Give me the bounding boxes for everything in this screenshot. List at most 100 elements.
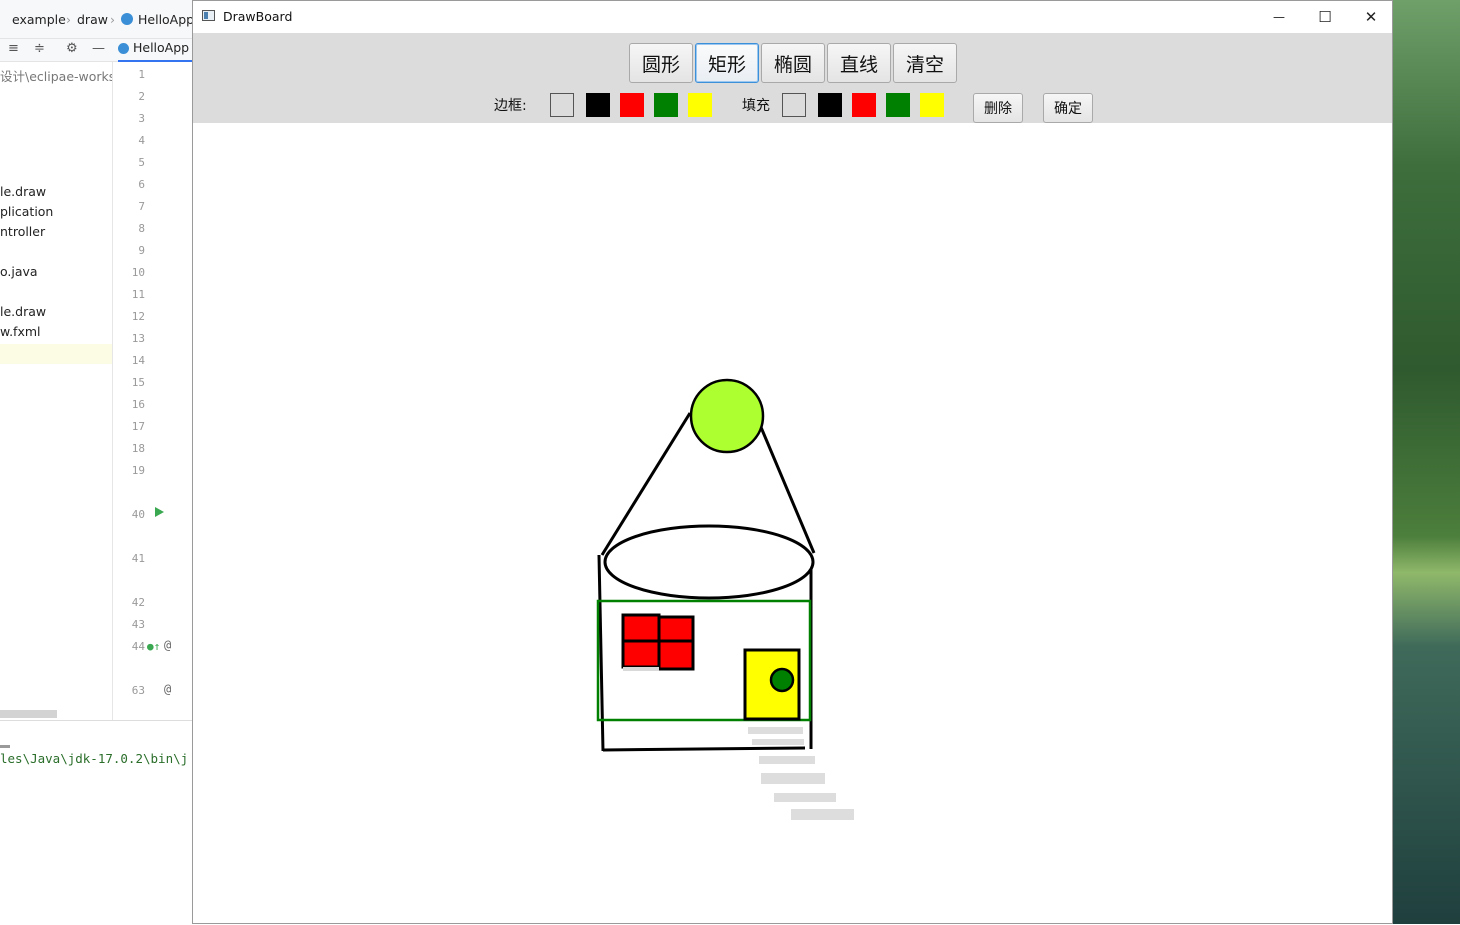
tree-scrollbar[interactable]	[0, 710, 57, 718]
maximize-button[interactable]: ☐	[1302, 1, 1348, 33]
fill-label: 填充	[742, 98, 770, 114]
delete-button[interactable]: 删除	[973, 93, 1023, 123]
line-number: 6	[138, 178, 145, 191]
line-number: 13	[131, 332, 145, 345]
minimize-button[interactable]: —	[1256, 1, 1302, 33]
minimize-panel-icon[interactable]: —	[92, 41, 105, 56]
line-number: 3	[138, 112, 145, 125]
class-icon	[121, 13, 133, 25]
fill-color-green-swatch[interactable]	[886, 93, 910, 117]
roof-ellipse[interactable]	[603, 524, 815, 600]
line-number: 44	[131, 640, 145, 653]
editor-tab[interactable]: HelloApp	[118, 40, 198, 62]
gear-icon[interactable]: ⚙	[66, 41, 78, 56]
step-ghost	[759, 756, 815, 764]
step-ghost	[761, 773, 825, 784]
maximize-icon: ☐	[1318, 8, 1332, 26]
line-button[interactable]: 直线	[827, 43, 891, 83]
line-number: 18	[131, 442, 145, 455]
collapse-all-icon[interactable]: ≑	[34, 41, 45, 56]
left-wall-line[interactable]	[597, 554, 605, 752]
run-console: les\Java\jdk-17.0.2\bin\j	[0, 720, 200, 925]
tree-selection-highlight	[0, 344, 112, 364]
step-ghost	[791, 809, 854, 820]
line-number: 41	[131, 552, 145, 565]
class-icon	[118, 43, 129, 54]
line-number: 7	[138, 200, 145, 213]
line-number: 9	[138, 244, 145, 257]
border-color-yellow-swatch[interactable]	[688, 93, 712, 117]
breadcrumb: example › draw › HelloApp	[0, 0, 200, 39]
line-number: 12	[131, 310, 145, 323]
sun-circle[interactable]	[689, 378, 765, 454]
window-shadow	[623, 667, 659, 671]
step-ghost	[774, 793, 836, 802]
border-color-black-swatch[interactable]	[586, 93, 610, 117]
door-knob-circle[interactable]	[769, 667, 795, 693]
line-number: 5	[138, 156, 145, 169]
annotation-icon: @	[164, 682, 172, 696]
line-number: 14	[131, 354, 145, 367]
tree-item[interactable]: plication	[0, 204, 53, 219]
border-color-none-swatch[interactable]	[550, 93, 574, 117]
breadcrumb-item[interactable]: draw	[77, 12, 108, 27]
line-number: 11	[131, 288, 145, 301]
rectangle-button[interactable]: 矩形	[695, 43, 759, 83]
close-icon: ✕	[1364, 8, 1378, 26]
window-pane[interactable]	[621, 613, 661, 643]
ellipse-button[interactable]: 椭圆	[761, 43, 825, 83]
app-icon	[202, 10, 215, 21]
line-number: 15	[131, 376, 145, 389]
border-color-red-swatch[interactable]	[620, 93, 644, 117]
line-number: 63	[131, 684, 145, 697]
drawing-canvas[interactable]	[193, 123, 1392, 923]
draw-toolbar: 圆形 矩形 椭圆 直线 清空 边框: 填充 删除 确定	[193, 33, 1392, 123]
expand-all-icon[interactable]: ≡	[8, 41, 19, 56]
step-ghost	[752, 739, 804, 745]
breadcrumb-item[interactable]: example	[12, 12, 66, 27]
line-number: 42	[131, 596, 145, 609]
fill-color-none-swatch[interactable]	[782, 93, 806, 117]
line-number: 17	[131, 420, 145, 433]
tree-item[interactable]: le.draw	[0, 304, 46, 319]
close-button[interactable]: ✕	[1348, 1, 1394, 33]
tree-item[interactable]: o.java	[0, 264, 38, 279]
override-icon[interactable]: ●↑	[147, 640, 160, 653]
breadcrumb-item[interactable]: HelloApp	[138, 12, 194, 27]
line-number-gutter: 1 2 3 4 5 6 7 8 9 10 11 12 13 14 15 16 1…	[113, 62, 193, 720]
circle-button[interactable]: 圆形	[629, 43, 693, 83]
desktop-wallpaper	[1393, 0, 1460, 924]
minimize-icon: —	[1273, 10, 1285, 24]
run-icon[interactable]	[155, 507, 164, 517]
floor-line[interactable]	[602, 746, 806, 752]
line-number: 4	[138, 134, 145, 147]
line-number: 8	[138, 222, 145, 235]
tree-item[interactable]: ntroller	[0, 224, 45, 239]
line-number: 19	[131, 464, 145, 477]
border-label: 边框:	[494, 98, 527, 114]
line-number: 2	[138, 90, 145, 103]
clear-button[interactable]: 清空	[893, 43, 957, 83]
line-number: 1	[138, 68, 145, 81]
window-title: DrawBoard	[223, 9, 293, 24]
window-pane[interactable]	[621, 639, 661, 669]
fill-color-red-swatch[interactable]	[852, 93, 876, 117]
confirm-button[interactable]: 确定	[1043, 93, 1093, 123]
fill-color-black-swatch[interactable]	[818, 93, 842, 117]
console-tab-indicator	[0, 745, 10, 748]
annotation-icon: @	[164, 638, 172, 652]
window-pane[interactable]	[657, 615, 695, 643]
line-number: 10	[131, 266, 145, 279]
window-pane[interactable]	[657, 639, 695, 671]
project-tree: 设计\eclipae-works le.draw plication ntrol…	[0, 62, 113, 720]
tree-item[interactable]: le.draw	[0, 184, 46, 199]
fill-color-yellow-swatch[interactable]	[920, 93, 944, 117]
window-titlebar[interactable]: DrawBoard — ☐ ✕	[193, 1, 1392, 33]
border-color-green-swatch[interactable]	[654, 93, 678, 117]
drawing-surface[interactable]	[193, 123, 1392, 923]
drawboard-window: DrawBoard — ☐ ✕ 圆形 矩形 椭圆 直线 清空 边框: 填充 删除…	[192, 0, 1393, 924]
editor-tab-label: HelloApp	[132, 40, 190, 55]
tree-item[interactable]: w.fxml	[0, 324, 41, 339]
line-number: 40	[131, 508, 145, 521]
tree-item[interactable]: 设计\eclipae-works	[0, 66, 112, 85]
